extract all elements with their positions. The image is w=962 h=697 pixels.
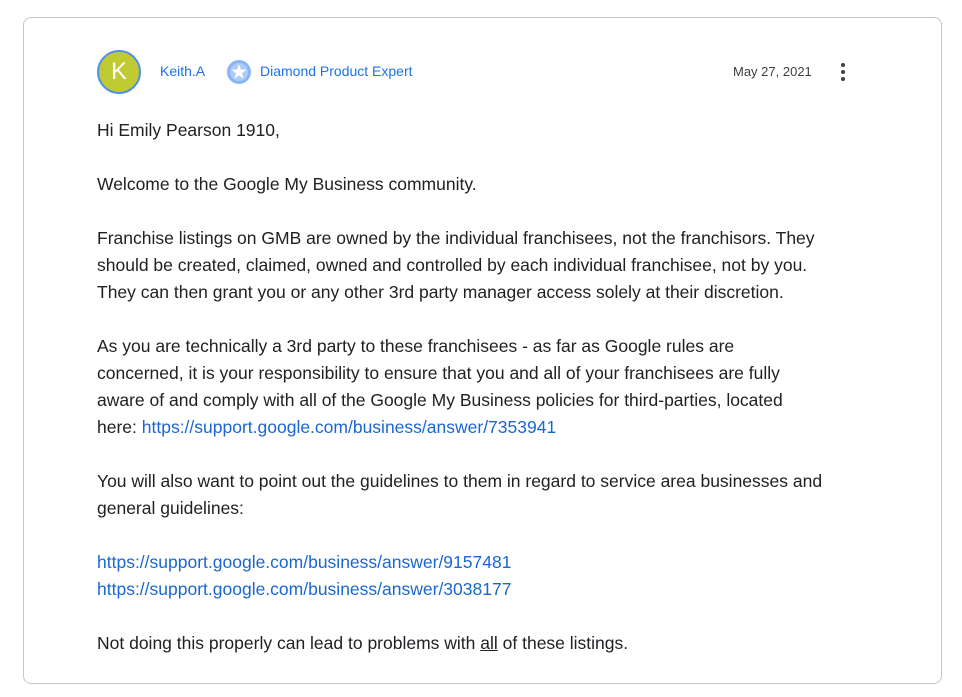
diamond-badge-icon — [227, 60, 251, 84]
paragraph-line: They can then grant you or any other 3rd… — [97, 282, 784, 302]
paragraph-line: general guidelines: — [97, 498, 244, 518]
paragraph-line: You will also want to point out the guid… — [97, 471, 823, 491]
greeting-text: Hi Emily Pearson 1910, — [97, 120, 280, 140]
paragraph-line: aware of and comply with all of the Goog… — [97, 390, 783, 410]
paragraph-third-party: As you are technically a 3rd party to th… — [97, 333, 897, 441]
paragraph-line: concerned, it is your responsibility to … — [97, 363, 780, 383]
reply-body: Hi Emily Pearson 1910, Welcome to the Go… — [97, 117, 897, 684]
post-date: May 27, 2021 — [733, 64, 812, 79]
welcome-text: Welcome to the Google My Business commun… — [97, 174, 477, 194]
closing-suffix: of these listings. — [497, 633, 629, 653]
more-options-button[interactable] — [827, 56, 859, 88]
paragraph-ownership: Franchise listings on GMB are owned by t… — [97, 225, 897, 306]
author-name-link[interactable]: Keith.A — [160, 63, 205, 79]
paragraph-line: Franchise listings on GMB are owned by t… — [97, 228, 815, 248]
policy-link[interactable]: https://support.google.com/business/answ… — [142, 417, 556, 437]
closing-prefix: Not doing this properly can lead to prob… — [97, 633, 481, 653]
reply-header: K Keith.A Diamond Product Expert May 27,… — [73, 50, 873, 94]
more-vert-icon-dot — [841, 70, 845, 74]
guideline-link-1[interactable]: https://support.google.com/business/answ… — [97, 552, 511, 572]
badge-label[interactable]: Diamond Product Expert — [260, 63, 413, 79]
paragraph-line: here: — [97, 417, 142, 437]
guideline-link-2[interactable]: https://support.google.com/business/answ… — [97, 579, 511, 599]
closing-text: Not doing this properly can lead to prob… — [97, 630, 897, 657]
guideline-links: https://support.google.com/business/answ… — [97, 549, 897, 603]
paragraph-guidelines: You will also want to point out the guid… — [97, 468, 897, 522]
more-vert-icon-dot — [841, 77, 845, 81]
paragraph-line: As you are technically a 3rd party to th… — [97, 336, 735, 356]
more-vert-icon-dot — [841, 63, 845, 67]
paragraph-line: should be created, claimed, owned and co… — [97, 255, 808, 275]
closing-emphasis: all — [480, 633, 498, 653]
avatar[interactable]: K — [97, 50, 141, 94]
